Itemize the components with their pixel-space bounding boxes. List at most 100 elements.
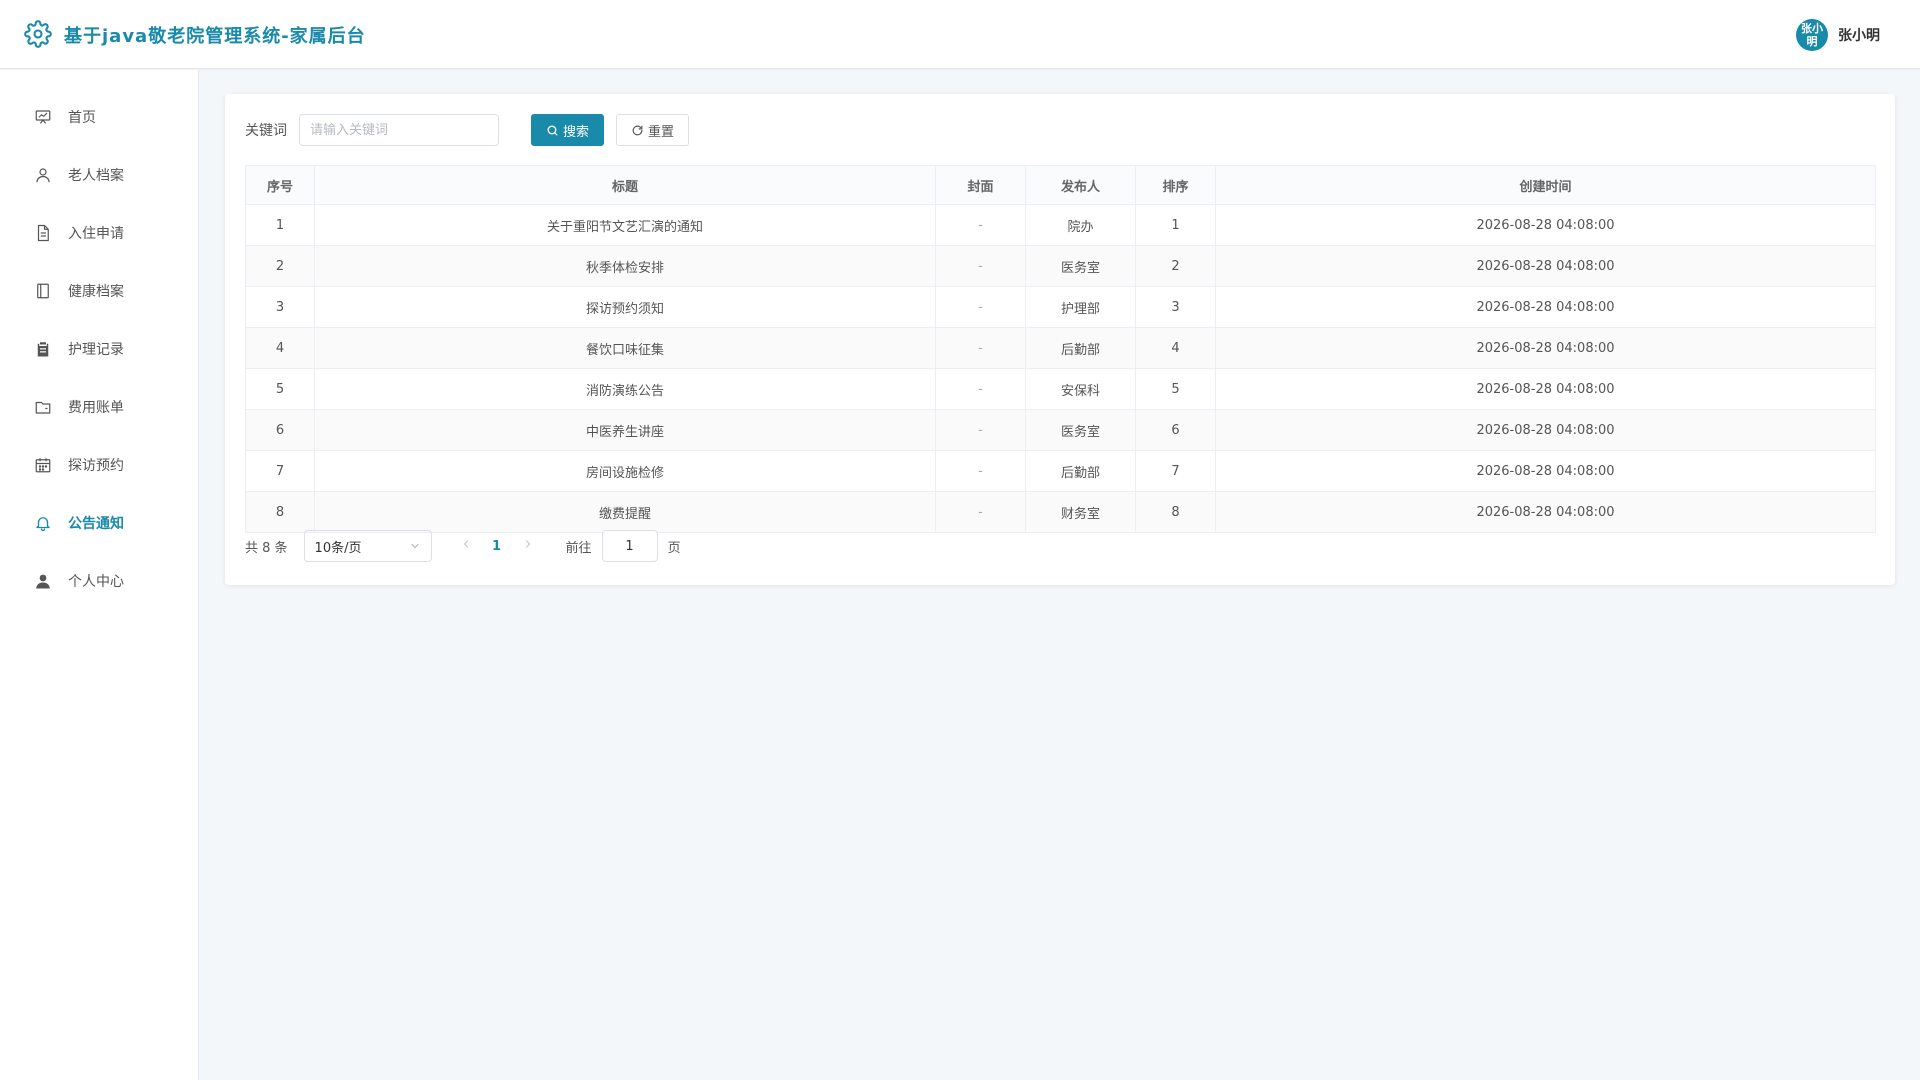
cell-publisher: 安保科 [1025,368,1136,410]
sidebar: 首页 老人档案 入住申请 健康档案 护理记录 费用账单 探访预约 公告通知 个人… [0,70,199,1080]
cell-created-time: 2026-08-28 04:08:00 [1215,450,1876,492]
notebook-icon [34,282,52,300]
table-row[interactable]: 6 中医养生讲座 - 医务室 6 2026-08-28 04:08:00 [245,409,1876,451]
cell-created-time: 2026-08-28 04:08:00 [1215,327,1876,369]
cell-created-time: 2026-08-28 04:08:00 [1215,368,1876,410]
wallet-icon [34,398,52,416]
table-row[interactable]: 2 秋季体检安排 - 医务室 2 2026-08-28 04:08:00 [245,245,1876,287]
cell-sort: 4 [1135,327,1216,369]
reset-button[interactable]: 重置 [616,114,690,146]
gear-icon[interactable] [24,20,52,48]
pagination: 共 8 条 10条/页 1 前往 页 [245,530,681,562]
sidebar-item-label: 老人档案 [68,168,124,184]
cell-title: 房间设施检修 [314,450,936,492]
reset-button-label: 重置 [648,124,675,140]
cell-sort: 2 [1135,245,1216,287]
cell-index: 3 [245,286,315,328]
cell-cover: - [935,368,1026,410]
cell-cover: - [935,327,1026,369]
sidebar-item-label: 个人中心 [68,574,124,590]
sidebar-item-label: 首页 [68,110,96,126]
cell-created-time: 2026-08-28 04:08:00 [1215,409,1876,451]
cell-publisher: 护理部 [1025,286,1136,328]
keyword-input[interactable] [299,114,499,146]
cell-cover: - [935,409,1026,451]
top-header: 基于java敬老院管理系统-家属后台 张小明 张小明 [0,0,1920,69]
page-size-select[interactable]: 10条/页 [303,530,432,562]
sidebar-item-elder-records[interactable]: 老人档案 [0,146,199,204]
page-number-current[interactable]: 1 [480,539,514,554]
cell-created-time: 2026-08-28 04:08:00 [1215,286,1876,328]
chevron-down-icon [410,543,419,549]
cell-publisher: 医务室 [1025,409,1136,451]
column-header-created-time[interactable]: 创建时间 [1215,165,1876,205]
sidebar-item-care-records[interactable]: 护理记录 [0,320,199,378]
pagination-total: 共 8 条 [245,540,288,556]
chevron-right-icon [525,540,530,548]
prev-page-button[interactable] [452,538,480,554]
column-header-publisher[interactable]: 发布人 [1025,165,1136,205]
column-header-sort[interactable]: 排序 [1135,165,1216,205]
cell-cover: - [935,450,1026,492]
table-row[interactable]: 8 缴费提醒 - 财务室 8 2026-08-28 04:08:00 [245,491,1876,533]
sidebar-item-label: 探访预约 [68,458,124,474]
goto-label: 前往 [565,540,592,556]
notice-table: 序号 标题 封面 发布人 排序 创建时间 1 关于重阳节文艺汇演的通知 - 院办… [245,165,1876,533]
cell-publisher: 财务室 [1025,491,1136,533]
table-row[interactable]: 4 餐饮口味征集 - 后勤部 4 2026-08-28 04:08:00 [245,327,1876,369]
sidebar-item-label: 护理记录 [68,342,124,358]
cell-publisher: 后勤部 [1025,327,1136,369]
app-title: 基于java敬老院管理系统-家属后台 [64,26,366,47]
cell-index: 7 [245,450,315,492]
cell-created-time: 2026-08-28 04:08:00 [1215,204,1876,246]
sidebar-item-visit-booking[interactable]: 探访预约 [0,436,199,494]
document-icon [34,224,52,242]
sidebar-item-health-records[interactable]: 健康档案 [0,262,199,320]
cell-sort: 1 [1135,204,1216,246]
column-header-cover[interactable]: 封面 [935,165,1026,205]
cell-index: 1 [245,204,315,246]
cell-title: 中医养生讲座 [314,409,936,451]
cell-index: 6 [245,409,315,451]
page-size-value: 10条/页 [314,540,362,556]
sidebar-item-label: 费用账单 [68,400,124,416]
cell-created-time: 2026-08-28 04:08:00 [1215,245,1876,287]
search-button-label: 搜索 [563,124,590,140]
cell-sort: 7 [1135,450,1216,492]
table-row[interactable]: 3 探访预约须知 - 护理部 3 2026-08-28 04:08:00 [245,286,1876,328]
search-button[interactable]: 搜索 [531,114,605,146]
search-bar: 关键词 搜索 重置 [245,114,690,146]
cell-index: 2 [245,245,315,287]
cell-cover: - [935,245,1026,287]
search-icon [547,125,558,135]
table-row[interactable]: 5 消防演练公告 - 安保科 5 2026-08-28 04:08:00 [245,368,1876,410]
cell-index: 8 [245,491,315,533]
sidebar-item-notices[interactable]: 公告通知 [0,494,199,552]
sidebar-item-billing[interactable]: 费用账单 [0,378,199,436]
cell-index: 5 [245,368,315,410]
refresh-icon [632,125,643,135]
table-row[interactable]: 7 房间设施检修 - 后勤部 7 2026-08-28 04:08:00 [245,450,1876,492]
sidebar-item-profile[interactable]: 个人中心 [0,552,199,610]
column-header-index[interactable]: 序号 [245,165,315,205]
cell-title: 关于重阳节文艺汇演的通知 [314,204,936,246]
column-header-title[interactable]: 标题 [314,165,936,205]
user-menu[interactable]: 张小明 张小明 [1796,18,1880,52]
next-page-button[interactable] [514,538,542,554]
goto-page-input[interactable] [601,530,658,562]
cell-cover: - [935,286,1026,328]
bell-icon [34,514,52,532]
table-header-row: 序号 标题 封面 发布人 排序 创建时间 [245,165,1876,205]
cell-publisher: 医务室 [1025,245,1136,287]
cell-title: 秋季体检安排 [314,245,936,287]
user-name[interactable]: 张小明 [1838,25,1880,45]
sidebar-item-label: 入住申请 [68,226,124,242]
keyword-label: 关键词 [245,123,287,139]
cell-index: 4 [245,327,315,369]
avatar[interactable]: 张小明 [1796,19,1828,51]
sidebar-item-admission[interactable]: 入住申请 [0,204,199,262]
sidebar-item-home[interactable]: 首页 [0,88,199,146]
cell-cover: - [935,204,1026,246]
table-row[interactable]: 1 关于重阳节文艺汇演的通知 - 院办 1 2026-08-28 04:08:0… [245,204,1876,246]
sidebar-item-label: 健康档案 [68,284,124,300]
